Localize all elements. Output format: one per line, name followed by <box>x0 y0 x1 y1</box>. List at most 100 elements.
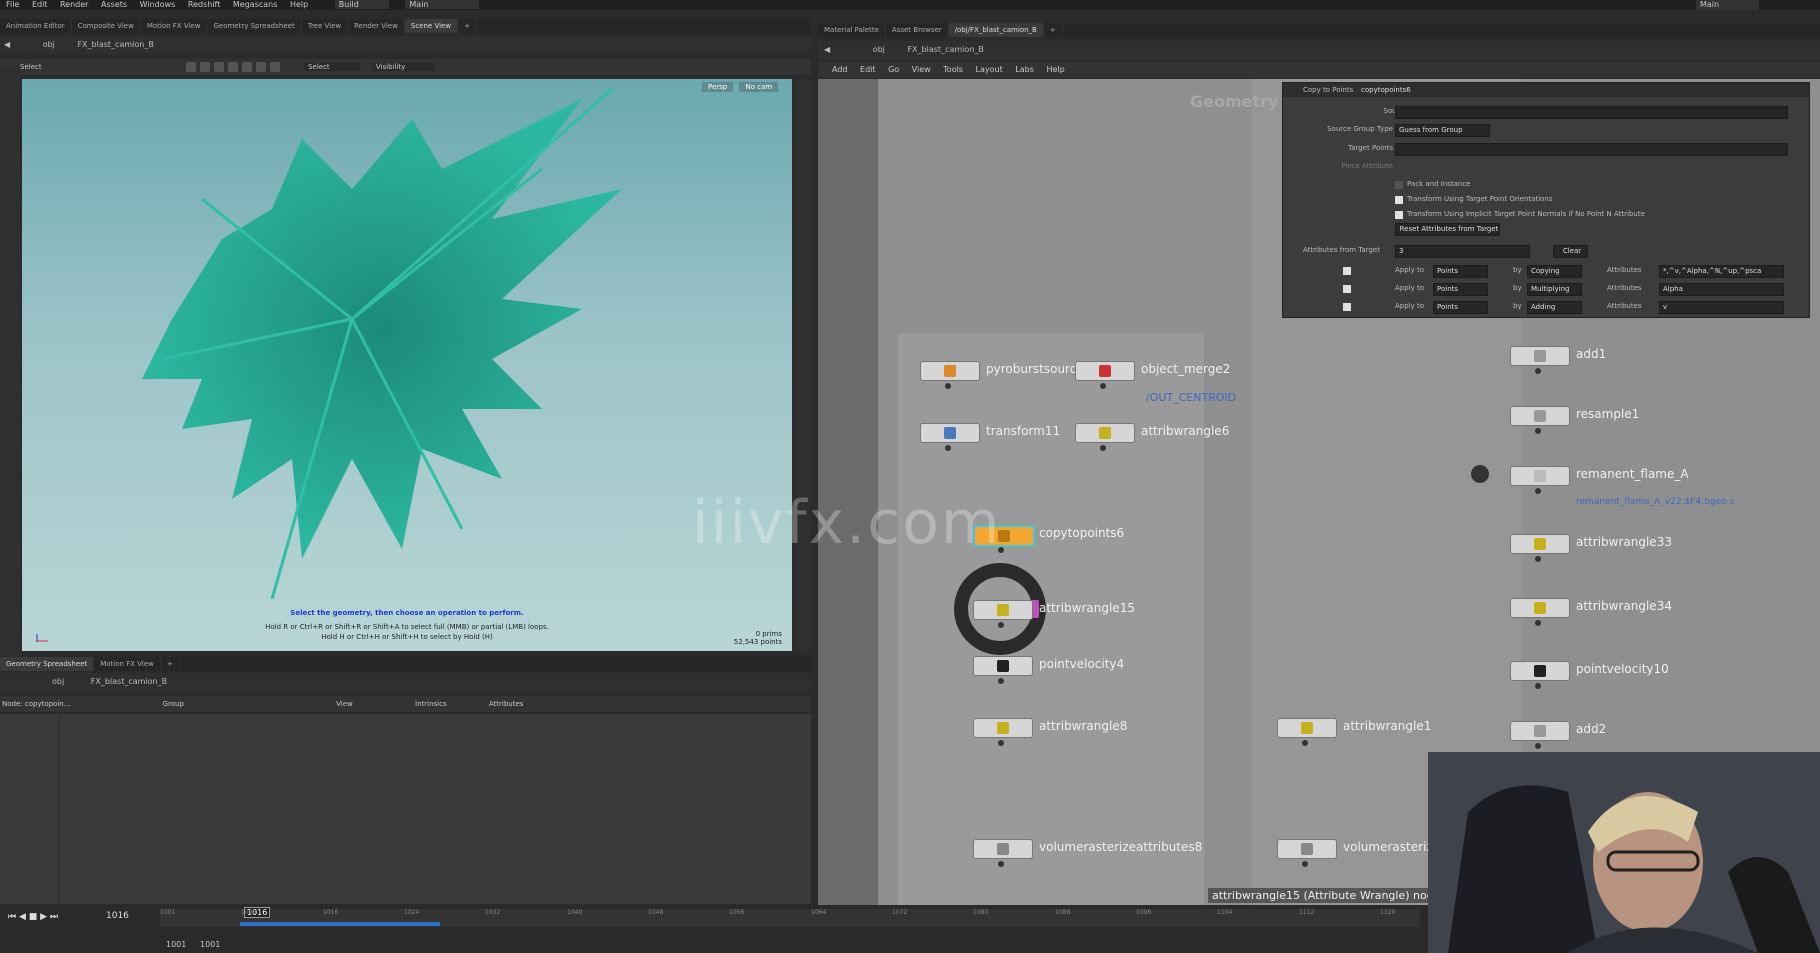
net-menu-help[interactable]: Help <box>1046 65 1064 74</box>
net-menu-labs[interactable]: Labs <box>1015 65 1034 74</box>
desktop-select[interactable]: Main <box>1696 0 1760 10</box>
target-points-field[interactable] <box>1395 143 1788 156</box>
menu-assets[interactable]: Assets <box>101 0 127 9</box>
tab-render-view[interactable]: Render View <box>348 19 405 33</box>
left-pane-tabs: Animation Editor Composite View Motion FX … <box>0 19 811 33</box>
param-node-type: Copy to Points <box>1303 86 1354 94</box>
tab-network[interactable]: /obj/FX_blast_camion_B <box>948 23 1044 37</box>
net-menu-tools[interactable]: Tools <box>943 65 963 74</box>
timeline-tick-label: 1112 <box>1299 909 1315 916</box>
attr-row-1-checkbox[interactable] <box>1343 267 1351 275</box>
tab-material-palette[interactable]: Material Palette <box>818 23 886 37</box>
range-start-field[interactable]: 1001 <box>166 940 186 949</box>
left-tool-shelf[interactable] <box>0 66 20 656</box>
net-path-node[interactable]: FX_blast_camion_B <box>907 45 983 54</box>
transform-normals-label: Transform Using Implicit Target Point No… <box>1407 210 1645 218</box>
attr-row-3-checkbox[interactable] <box>1343 303 1351 311</box>
add-tab-icon[interactable]: + <box>458 19 477 33</box>
sheet-intrinsics-dropdown[interactable]: Intrinsics <box>415 700 447 708</box>
path-obj[interactable]: obj <box>43 40 55 49</box>
attr-row-3-value[interactable]: v <box>1659 301 1784 314</box>
attr-row-2-attr-label: Attributes <box>1607 284 1642 292</box>
range-start2-field[interactable]: 1001 <box>200 940 220 949</box>
persp-menu[interactable]: Persp <box>702 82 734 92</box>
attr-row-3-apply: Apply to <box>1395 302 1425 310</box>
playback-controls-icon[interactable]: ⏮ ◀ ■ ▶ ⏭ <box>8 912 58 922</box>
attr-row-3-mode[interactable]: Adding <box>1527 301 1582 314</box>
select-mode-dropdown[interactable]: Select <box>304 63 360 71</box>
source-group-field[interactable] <box>1395 106 1788 119</box>
menu-edit[interactable]: Edit <box>32 0 48 9</box>
bypass-flag-icon[interactable] <box>1471 465 1489 483</box>
tab-asset-browser[interactable]: Asset Browser <box>886 23 949 37</box>
tab-geometry-spreadsheet-bottom[interactable]: Geometry Spreadsheet <box>0 657 95 671</box>
network-context-label: Geometry <box>1190 92 1279 111</box>
param-node-name[interactable]: copytopoints6 <box>1361 83 1411 97</box>
tab-motion-fx-bottom[interactable]: Motion FX View <box>94 657 161 671</box>
attr-row-3-to[interactable]: Points <box>1433 301 1488 314</box>
tool-icon-1[interactable] <box>185 62 196 72</box>
visibility-dropdown[interactable]: Visibility <box>371 63 436 71</box>
scene-viewport[interactable]: Persp No cam Select the geometry, then c… <box>22 79 792 651</box>
transform-normals-checkbox[interactable] <box>1395 211 1403 219</box>
parameter-panel: Copy to Points copytopoints6 Source Grou… <box>1282 82 1810 318</box>
net-path-obj[interactable]: obj <box>873 45 885 54</box>
tab-tree-view[interactable]: Tree View <box>302 19 349 33</box>
pack-checkbox[interactable] <box>1395 181 1403 189</box>
net-menu-layout[interactable]: Layout <box>976 65 1003 74</box>
current-frame-field[interactable]: 1016 <box>106 911 129 921</box>
tool-icon-5[interactable] <box>241 62 252 72</box>
menu-file[interactable]: File <box>6 0 19 9</box>
attr-row-2-mode[interactable]: Multiplying <box>1527 283 1582 296</box>
reset-attributes-button[interactable]: Reset Attributes from Target <box>1395 223 1500 236</box>
attr-row-1-attr-label: Attributes <box>1607 266 1642 274</box>
net-menu-bar: Add Edit Go View Tools Layout Labs Help <box>818 62 1820 78</box>
attr-row-2-checkbox[interactable] <box>1343 285 1351 293</box>
sheet-view-dropdown[interactable]: View <box>336 700 353 708</box>
clear-button[interactable]: Clear <box>1553 245 1588 258</box>
tab-scene-view[interactable]: Scene View <box>404 19 459 33</box>
menu-redshift[interactable]: Redshift <box>188 0 220 9</box>
tab-motion-fx-view[interactable]: Motion FX View <box>141 19 208 33</box>
path-node[interactable]: FX_blast_camion_B <box>77 40 153 49</box>
desk-select[interactable]: Build <box>334 0 389 9</box>
attr-row-1-value[interactable]: *,^v,^Alpha,^N,^up,^psca <box>1659 265 1784 278</box>
timeline-bar[interactable]: 1016 1001 1008 1016 1024 1032 1040 1048 1056 106… <box>160 907 1420 927</box>
right-display-shelf[interactable] <box>795 79 811 651</box>
tool-icon-2[interactable] <box>199 62 210 72</box>
timeline-tick-label: 1072 <box>892 909 908 916</box>
menu-megascans[interactable]: Megascans <box>233 0 278 9</box>
sheet-path-obj[interactable]: obj <box>52 677 64 686</box>
net-menu-view[interactable]: View <box>912 65 931 74</box>
attr-row-1-to[interactable]: Points <box>1433 265 1488 278</box>
network-box[interactable] <box>898 333 1204 923</box>
menu-render[interactable]: Render <box>60 0 88 9</box>
net-menu-edit[interactable]: Edit <box>860 65 876 74</box>
tool-icon-3[interactable] <box>213 62 224 72</box>
source-group-type-dropdown[interactable]: Guess from Group <box>1395 124 1490 137</box>
tool-icon-7[interactable] <box>269 62 280 72</box>
attr-row-2-value[interactable]: Alpha <box>1659 283 1784 296</box>
tool-icon-4[interactable] <box>227 62 238 72</box>
attr-row-2-to[interactable]: Points <box>1433 283 1488 296</box>
tab-composite-view[interactable]: Composite View <box>72 19 141 33</box>
sheet-path-node[interactable]: FX_blast_camion_B <box>91 677 167 686</box>
net-back-icon[interactable]: ◀ <box>824 45 830 54</box>
select-tool-label[interactable]: Select <box>20 63 42 71</box>
spreadsheet-table[interactable] <box>0 714 811 904</box>
attributes-count-field[interactable]: 3 <box>1395 245 1530 258</box>
tab-geometry-spreadsheet[interactable]: Geometry Spreadsheet <box>207 19 302 33</box>
attr-row-1-mode[interactable]: Copying <box>1527 265 1582 278</box>
menu-help[interactable]: Help <box>290 0 308 9</box>
back-icon[interactable]: ◀ <box>4 40 10 49</box>
add-net-tab-icon[interactable]: + <box>1044 23 1063 37</box>
tab-animation-editor[interactable]: Animation Editor <box>0 19 72 33</box>
tool-icon-6[interactable] <box>255 62 266 72</box>
main-select[interactable]: Main <box>405 0 479 9</box>
net-menu-add[interactable]: Add <box>832 65 848 74</box>
menu-windows[interactable]: Windows <box>140 0 176 9</box>
add-bottom-tab-icon[interactable]: + <box>161 657 180 671</box>
camera-menu[interactable]: No cam <box>739 82 779 92</box>
net-menu-go[interactable]: Go <box>888 65 899 74</box>
transform-orient-checkbox[interactable] <box>1395 196 1403 204</box>
